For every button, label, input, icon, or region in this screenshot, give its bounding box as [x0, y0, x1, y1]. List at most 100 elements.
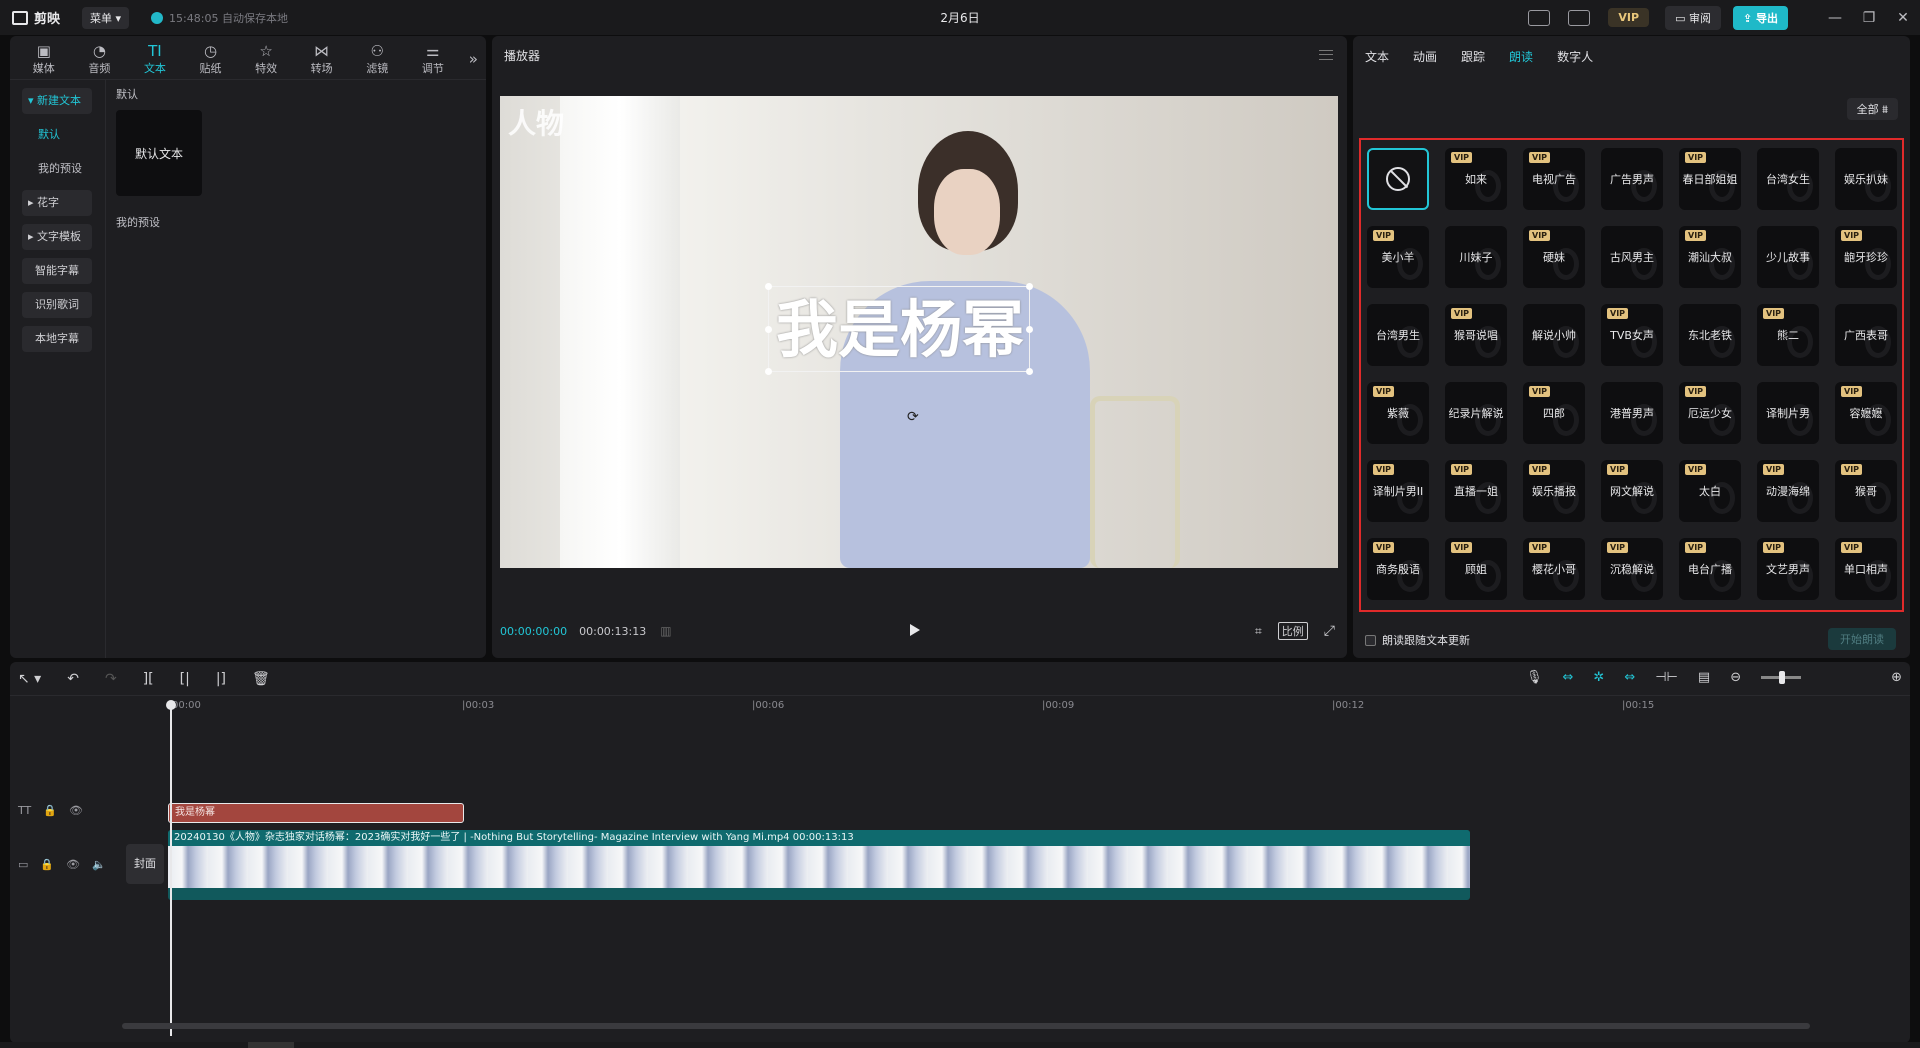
tab-transition[interactable]: ⋈ 转场 — [294, 39, 350, 79]
voice-option[interactable]: VIP 商务殷语 — [1367, 538, 1429, 600]
voice-option[interactable]: VIP 顾姐 — [1445, 538, 1507, 600]
voice-option[interactable]: 译制片男 — [1757, 382, 1819, 444]
snap-icon[interactable]: ⇔ — [1624, 670, 1635, 685]
resize-handle[interactable] — [765, 283, 772, 290]
no-voice-option[interactable] — [1367, 148, 1429, 210]
track-preview-icon[interactable]: ▤ — [1698, 670, 1710, 685]
voice-option[interactable]: VIP 猴哥说唱 — [1445, 304, 1507, 366]
lock-icon[interactable]: 🔒 — [40, 858, 54, 871]
sidebar-item-default[interactable]: 默认 — [22, 122, 92, 148]
sidebar-item-huazi[interactable]: ▸ 花字 — [22, 190, 92, 216]
voice-option[interactable]: VIP 樱花小哥 — [1523, 538, 1585, 600]
tab-sticker[interactable]: ◷ 贴纸 — [183, 39, 239, 79]
split-icon[interactable]: ][ — [143, 671, 154, 687]
voice-option[interactable]: 台湾男生 — [1367, 304, 1429, 366]
zoom-slider[interactable] — [1761, 671, 1802, 684]
resize-handle[interactable] — [1026, 326, 1033, 333]
voice-option[interactable]: VIP 太白 — [1679, 460, 1741, 522]
zoom-out-icon[interactable]: ⊖ — [1730, 670, 1741, 685]
voice-option[interactable]: 广西表哥 — [1835, 304, 1897, 366]
undo-icon[interactable]: ↶ — [67, 671, 79, 687]
voice-option[interactable]: VIP 网文解说 — [1601, 460, 1663, 522]
sidebar-item-smart-captions[interactable]: 智能字幕 — [22, 258, 92, 284]
voice-option[interactable]: 少儿故事 — [1757, 226, 1819, 288]
voice-option[interactable]: 东北老铁 — [1679, 304, 1741, 366]
voice-option[interactable]: 纪录片解说 — [1445, 382, 1507, 444]
voice-option[interactable]: VIP 单口相声 — [1835, 538, 1897, 600]
ratio-button[interactable]: 比例 — [1277, 622, 1308, 640]
lock-icon[interactable]: 🔒 — [43, 804, 57, 817]
voice-option[interactable]: VIP 电视广告 — [1523, 148, 1585, 210]
voice-option[interactable]: VIP 容嬷嬷 — [1835, 382, 1897, 444]
start-reading-button[interactable]: 开始朗读 — [1828, 628, 1896, 650]
voice-option[interactable]: VIP 猴哥 — [1835, 460, 1897, 522]
text-overlay[interactable]: 我是杨幂 — [765, 283, 1033, 375]
voice-option[interactable]: VIP 厄运少女 — [1679, 382, 1741, 444]
review-button[interactable]: ▭ 审阅 — [1665, 5, 1721, 30]
tab-adjust[interactable]: ⚌ 调节 — [405, 39, 461, 79]
filter-button[interactable]: 全部 ⩩ — [1846, 98, 1898, 120]
sidebar-item-local-captions[interactable]: 本地字幕 — [22, 326, 92, 352]
voice-option[interactable]: VIP 译制片男II — [1367, 460, 1429, 522]
time-ruler[interactable]: 00:00 |00:03 |00:06 |00:09 |00:12 |00:15 — [172, 698, 1892, 716]
close-icon[interactable]: ✕ — [1886, 10, 1920, 26]
voice-option[interactable]: VIP 如来 — [1445, 148, 1507, 210]
voice-option[interactable]: VIP 动漫海绵 — [1757, 460, 1819, 522]
eye-icon[interactable]: 👁 — [66, 858, 80, 871]
restore-icon[interactable]: ❐ — [1852, 10, 1886, 26]
voice-option[interactable]: 娱乐扒妹 — [1835, 148, 1897, 210]
delete-icon[interactable]: 🗑 — [252, 671, 270, 687]
text-clip[interactable]: 我是杨幂 — [168, 803, 464, 823]
voice-option[interactable]: VIP 直播一姐 — [1445, 460, 1507, 522]
trim-right-icon[interactable]: |] — [216, 671, 226, 687]
play-icon[interactable] — [910, 624, 920, 636]
voice-option[interactable]: VIP 娱乐播报 — [1523, 460, 1585, 522]
screenshot-icon[interactable]: ⌗ — [1255, 624, 1262, 639]
overlay-text[interactable]: 我是杨幂 — [769, 287, 1031, 373]
layout-icon[interactable] — [1568, 9, 1591, 26]
audio-mute-icon[interactable]: 🔈 — [92, 858, 106, 871]
voice-option[interactable]: 解说小帅 — [1523, 304, 1585, 366]
voice-option[interactable]: VIP 潮汕大叔 — [1679, 226, 1741, 288]
minimize-icon[interactable]: — — [1818, 10, 1852, 26]
voice-option[interactable]: 古风男主 — [1601, 226, 1663, 288]
keyboard-icon[interactable] — [1528, 9, 1551, 26]
voice-option[interactable]: VIP 紫薇 — [1367, 382, 1429, 444]
tab-text-props[interactable]: 文本 — [1365, 48, 1389, 65]
rotate-icon[interactable]: ⟳ — [907, 409, 919, 425]
tab-animation[interactable]: 动画 — [1413, 48, 1437, 65]
voice-option[interactable]: VIP 电台广播 — [1679, 538, 1741, 600]
timeline-scrollbar[interactable] — [122, 1023, 1810, 1029]
voice-option[interactable]: 川妹子 — [1445, 226, 1507, 288]
tab-read-aloud[interactable]: 朗读 — [1509, 48, 1533, 65]
playhead[interactable] — [166, 700, 176, 1036]
redo-icon[interactable]: ↷ — [105, 671, 117, 687]
voice-option[interactable]: VIP 硬妹 — [1523, 226, 1585, 288]
voice-option[interactable]: VIP 熊二 — [1757, 304, 1819, 366]
default-text-card[interactable]: 默认文本 — [116, 110, 202, 196]
zoom-in-icon[interactable]: ⊕ — [1891, 670, 1902, 685]
microphone-icon[interactable]: 🎙 — [1526, 670, 1543, 685]
tab-digital-human[interactable]: 数字人 — [1557, 48, 1593, 65]
voice-option[interactable]: VIP 沉稳解说 — [1601, 538, 1663, 600]
voice-option[interactable]: VIP TVB女声 — [1601, 304, 1663, 366]
magnet-icon[interactable]: ✲ — [1593, 670, 1604, 685]
menu-icon[interactable] — [1319, 50, 1333, 60]
follow-text-option[interactable]: 朗读跟随文本更新 — [1365, 632, 1470, 648]
preview-axis-icon[interactable]: ⊣⊢ — [1655, 670, 1678, 685]
export-button[interactable]: ⇪ 导出 — [1732, 5, 1788, 30]
cover-button[interactable]: 封面 — [126, 844, 164, 884]
video-clip[interactable]: 20240130《人物》杂志独家对话杨幂：2023确实对我好一些了 | -Not… — [168, 830, 1470, 900]
video-preview[interactable]: 人物 我是杨幂 ⟳ — [500, 96, 1338, 568]
sidebar-item-lyrics[interactable]: 识别歌词 — [22, 292, 92, 318]
waveform-icon[interactable]: ▥ — [660, 624, 671, 638]
voice-option[interactable]: VIP 春日部姐姐 — [1679, 148, 1741, 210]
link-icon[interactable]: ⇔ — [1563, 670, 1574, 685]
resize-handle[interactable] — [1026, 283, 1033, 290]
menu-button[interactable]: 菜单 ▾ — [82, 6, 130, 29]
more-tools-icon[interactable]: » — [461, 39, 486, 79]
voice-option[interactable]: 台湾女生 — [1757, 148, 1819, 210]
select-tool-icon[interactable]: ↖ ▾ — [18, 671, 41, 687]
resize-handle[interactable] — [1026, 368, 1033, 375]
sidebar-item-new-text[interactable]: ▾ 新建文本 — [22, 88, 92, 114]
